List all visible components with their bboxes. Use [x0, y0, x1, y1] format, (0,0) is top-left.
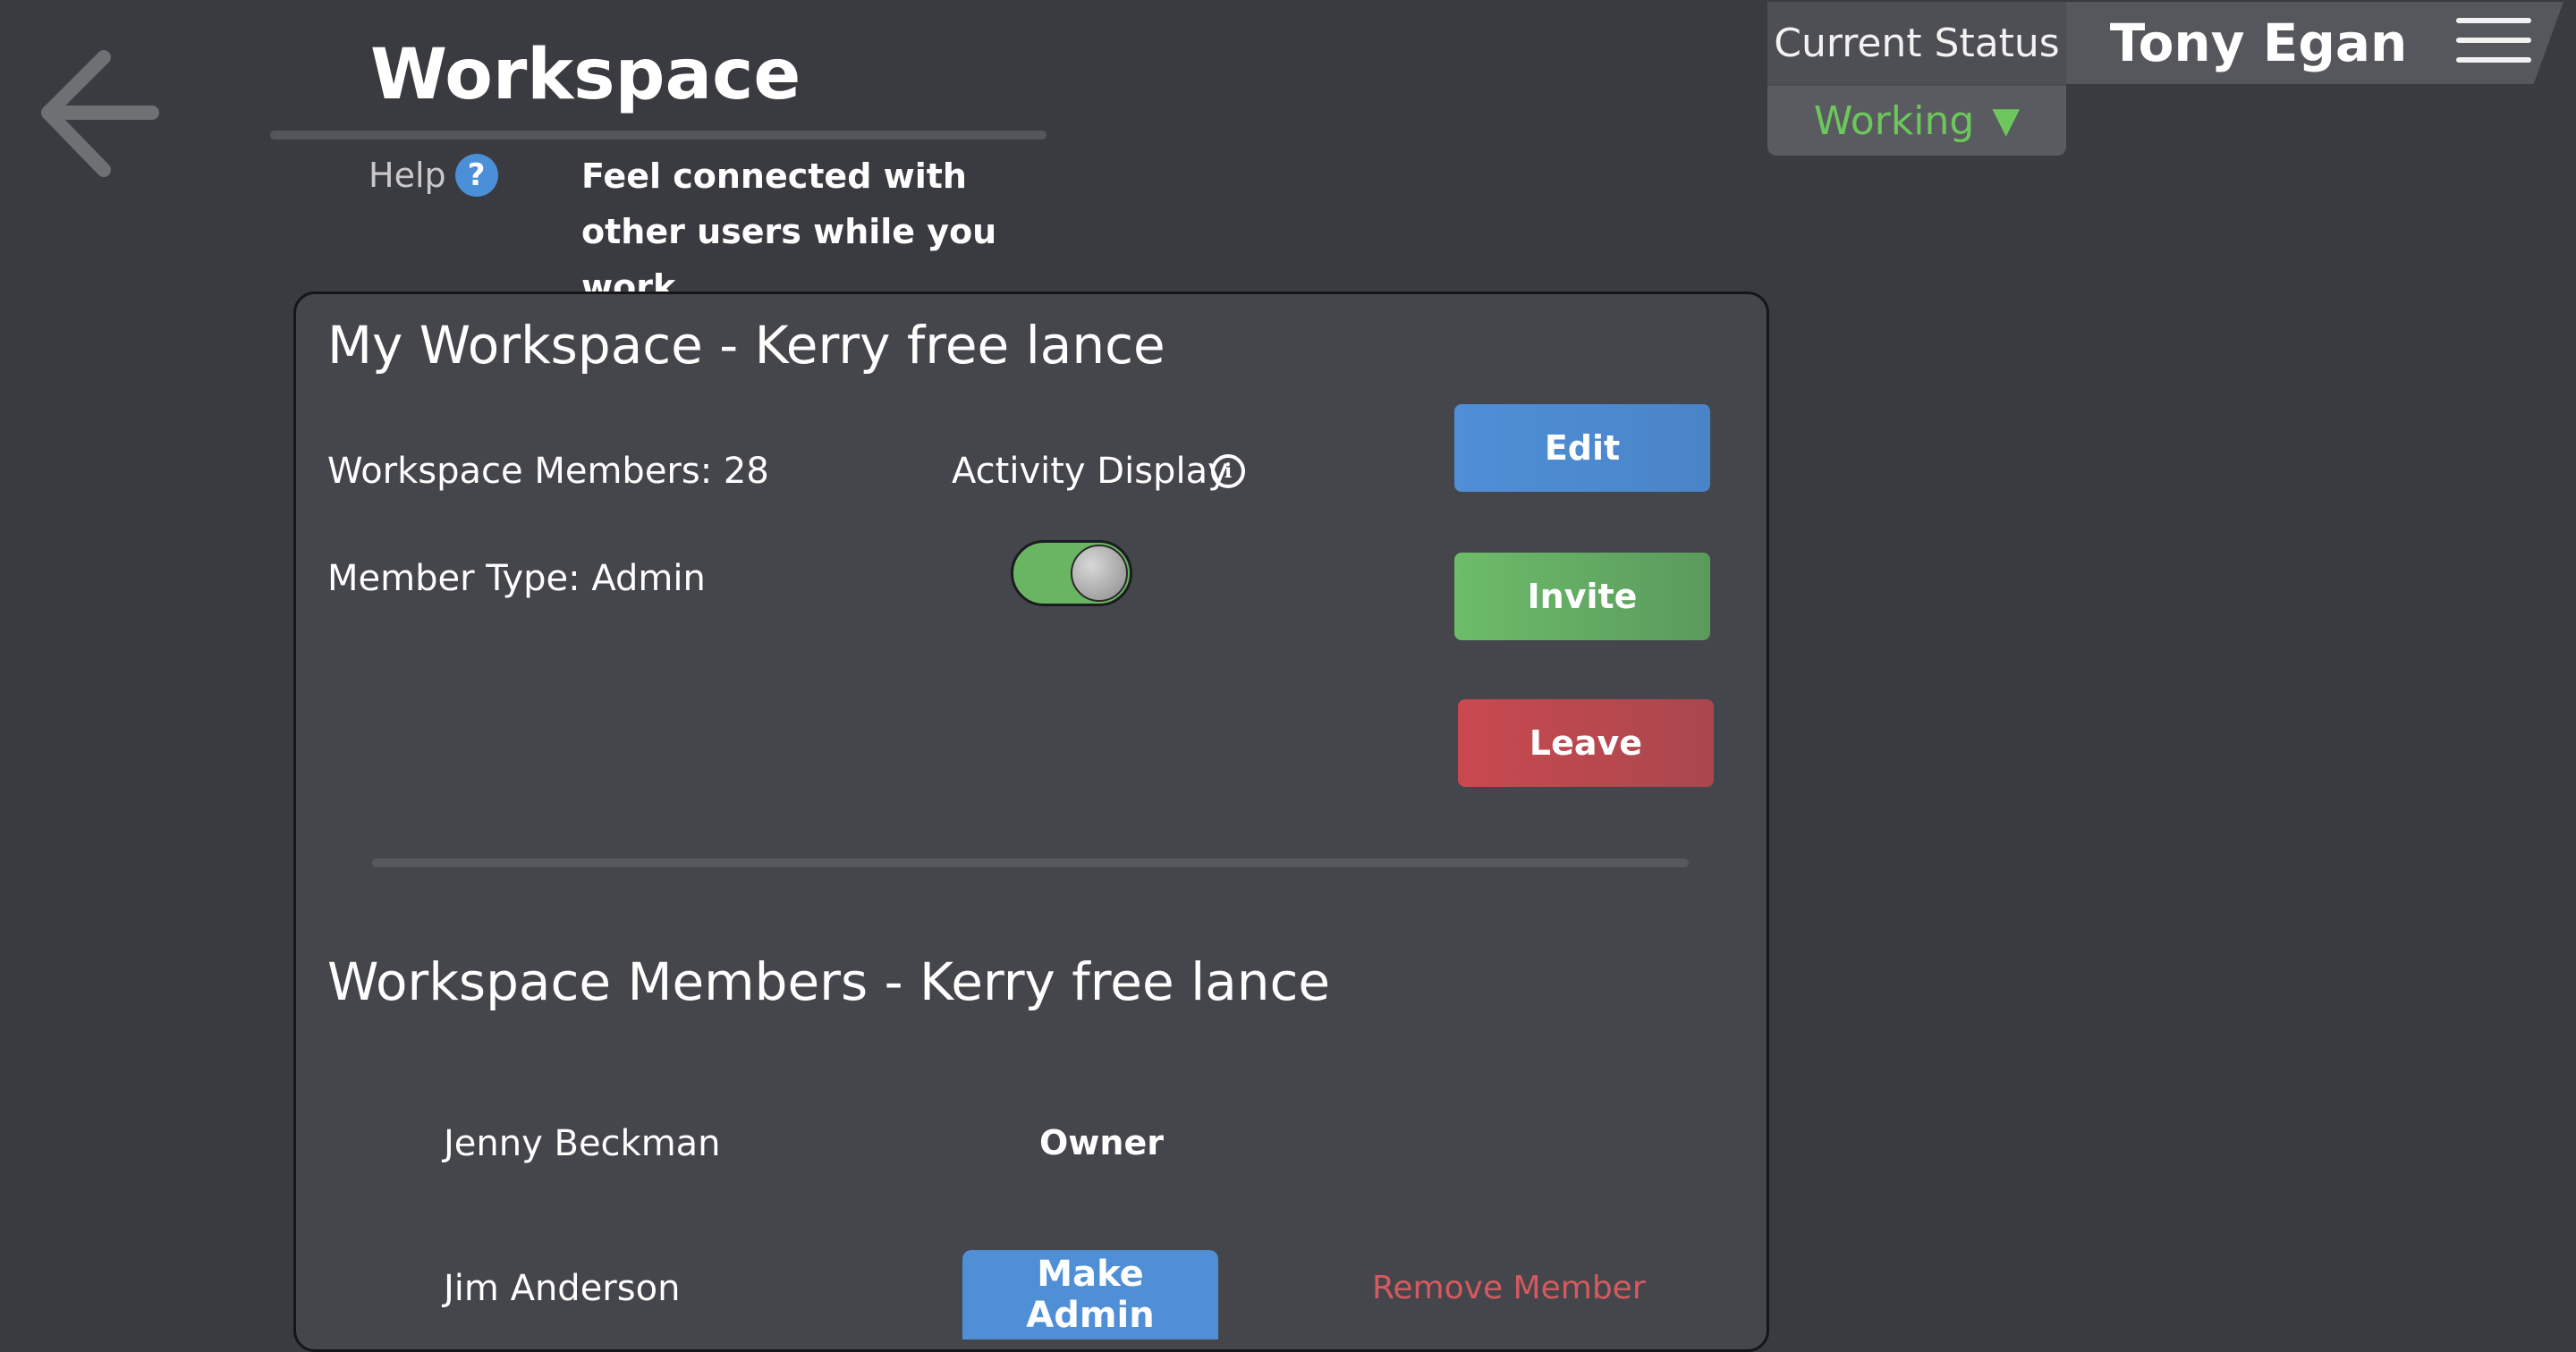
members-section-title: Workspace Members - Kerry free lance [327, 951, 1331, 1012]
help-label: Help [369, 156, 446, 195]
toggle-knob [1071, 545, 1128, 602]
info-icon[interactable]: i [1211, 454, 1245, 488]
workspace-members-count: Workspace Members: 28 [327, 451, 769, 492]
question-icon: ? [454, 154, 498, 197]
help-link[interactable]: Help ? [369, 154, 498, 197]
status-label: Current Status [1767, 2, 2066, 84]
hamburger-menu-button[interactable] [2456, 18, 2531, 68]
triangle-down-icon: ▼ [1992, 100, 2021, 141]
menu-line-icon [2456, 38, 2531, 43]
remove-member-link[interactable]: Remove Member [1372, 1270, 1646, 1306]
member-type: Member Type: Admin [327, 558, 706, 599]
page-title: Workspace [370, 35, 801, 115]
menu-line-icon [2456, 57, 2531, 63]
menu-line-icon [2456, 18, 2531, 23]
activity-display-label: Activity Display [952, 451, 1229, 492]
edit-button[interactable]: Edit [1454, 404, 1710, 492]
activity-display-toggle[interactable] [1011, 540, 1132, 606]
make-admin-button[interactable]: Make Admin [962, 1250, 1218, 1339]
leave-button[interactable]: Leave [1458, 699, 1714, 787]
title-underline [270, 131, 1046, 139]
status-value: Working [1813, 97, 1975, 144]
member-role: Owner [1039, 1123, 1164, 1162]
back-button[interactable] [36, 45, 161, 188]
invite-button[interactable]: Invite [1454, 553, 1710, 640]
page-tagline: Feel connected with other users while yo… [581, 156, 997, 307]
user-name: Tony Egan [2109, 13, 2408, 73]
section-divider [372, 858, 1689, 867]
member-name: Jim Anderson [444, 1268, 681, 1309]
member-name: Jenny Beckman [444, 1123, 721, 1164]
arrow-left-icon [41, 50, 159, 177]
workspace-title: My Workspace - Kerry free lance [327, 315, 1165, 376]
status-dropdown[interactable]: Working ▼ [1767, 86, 2066, 156]
